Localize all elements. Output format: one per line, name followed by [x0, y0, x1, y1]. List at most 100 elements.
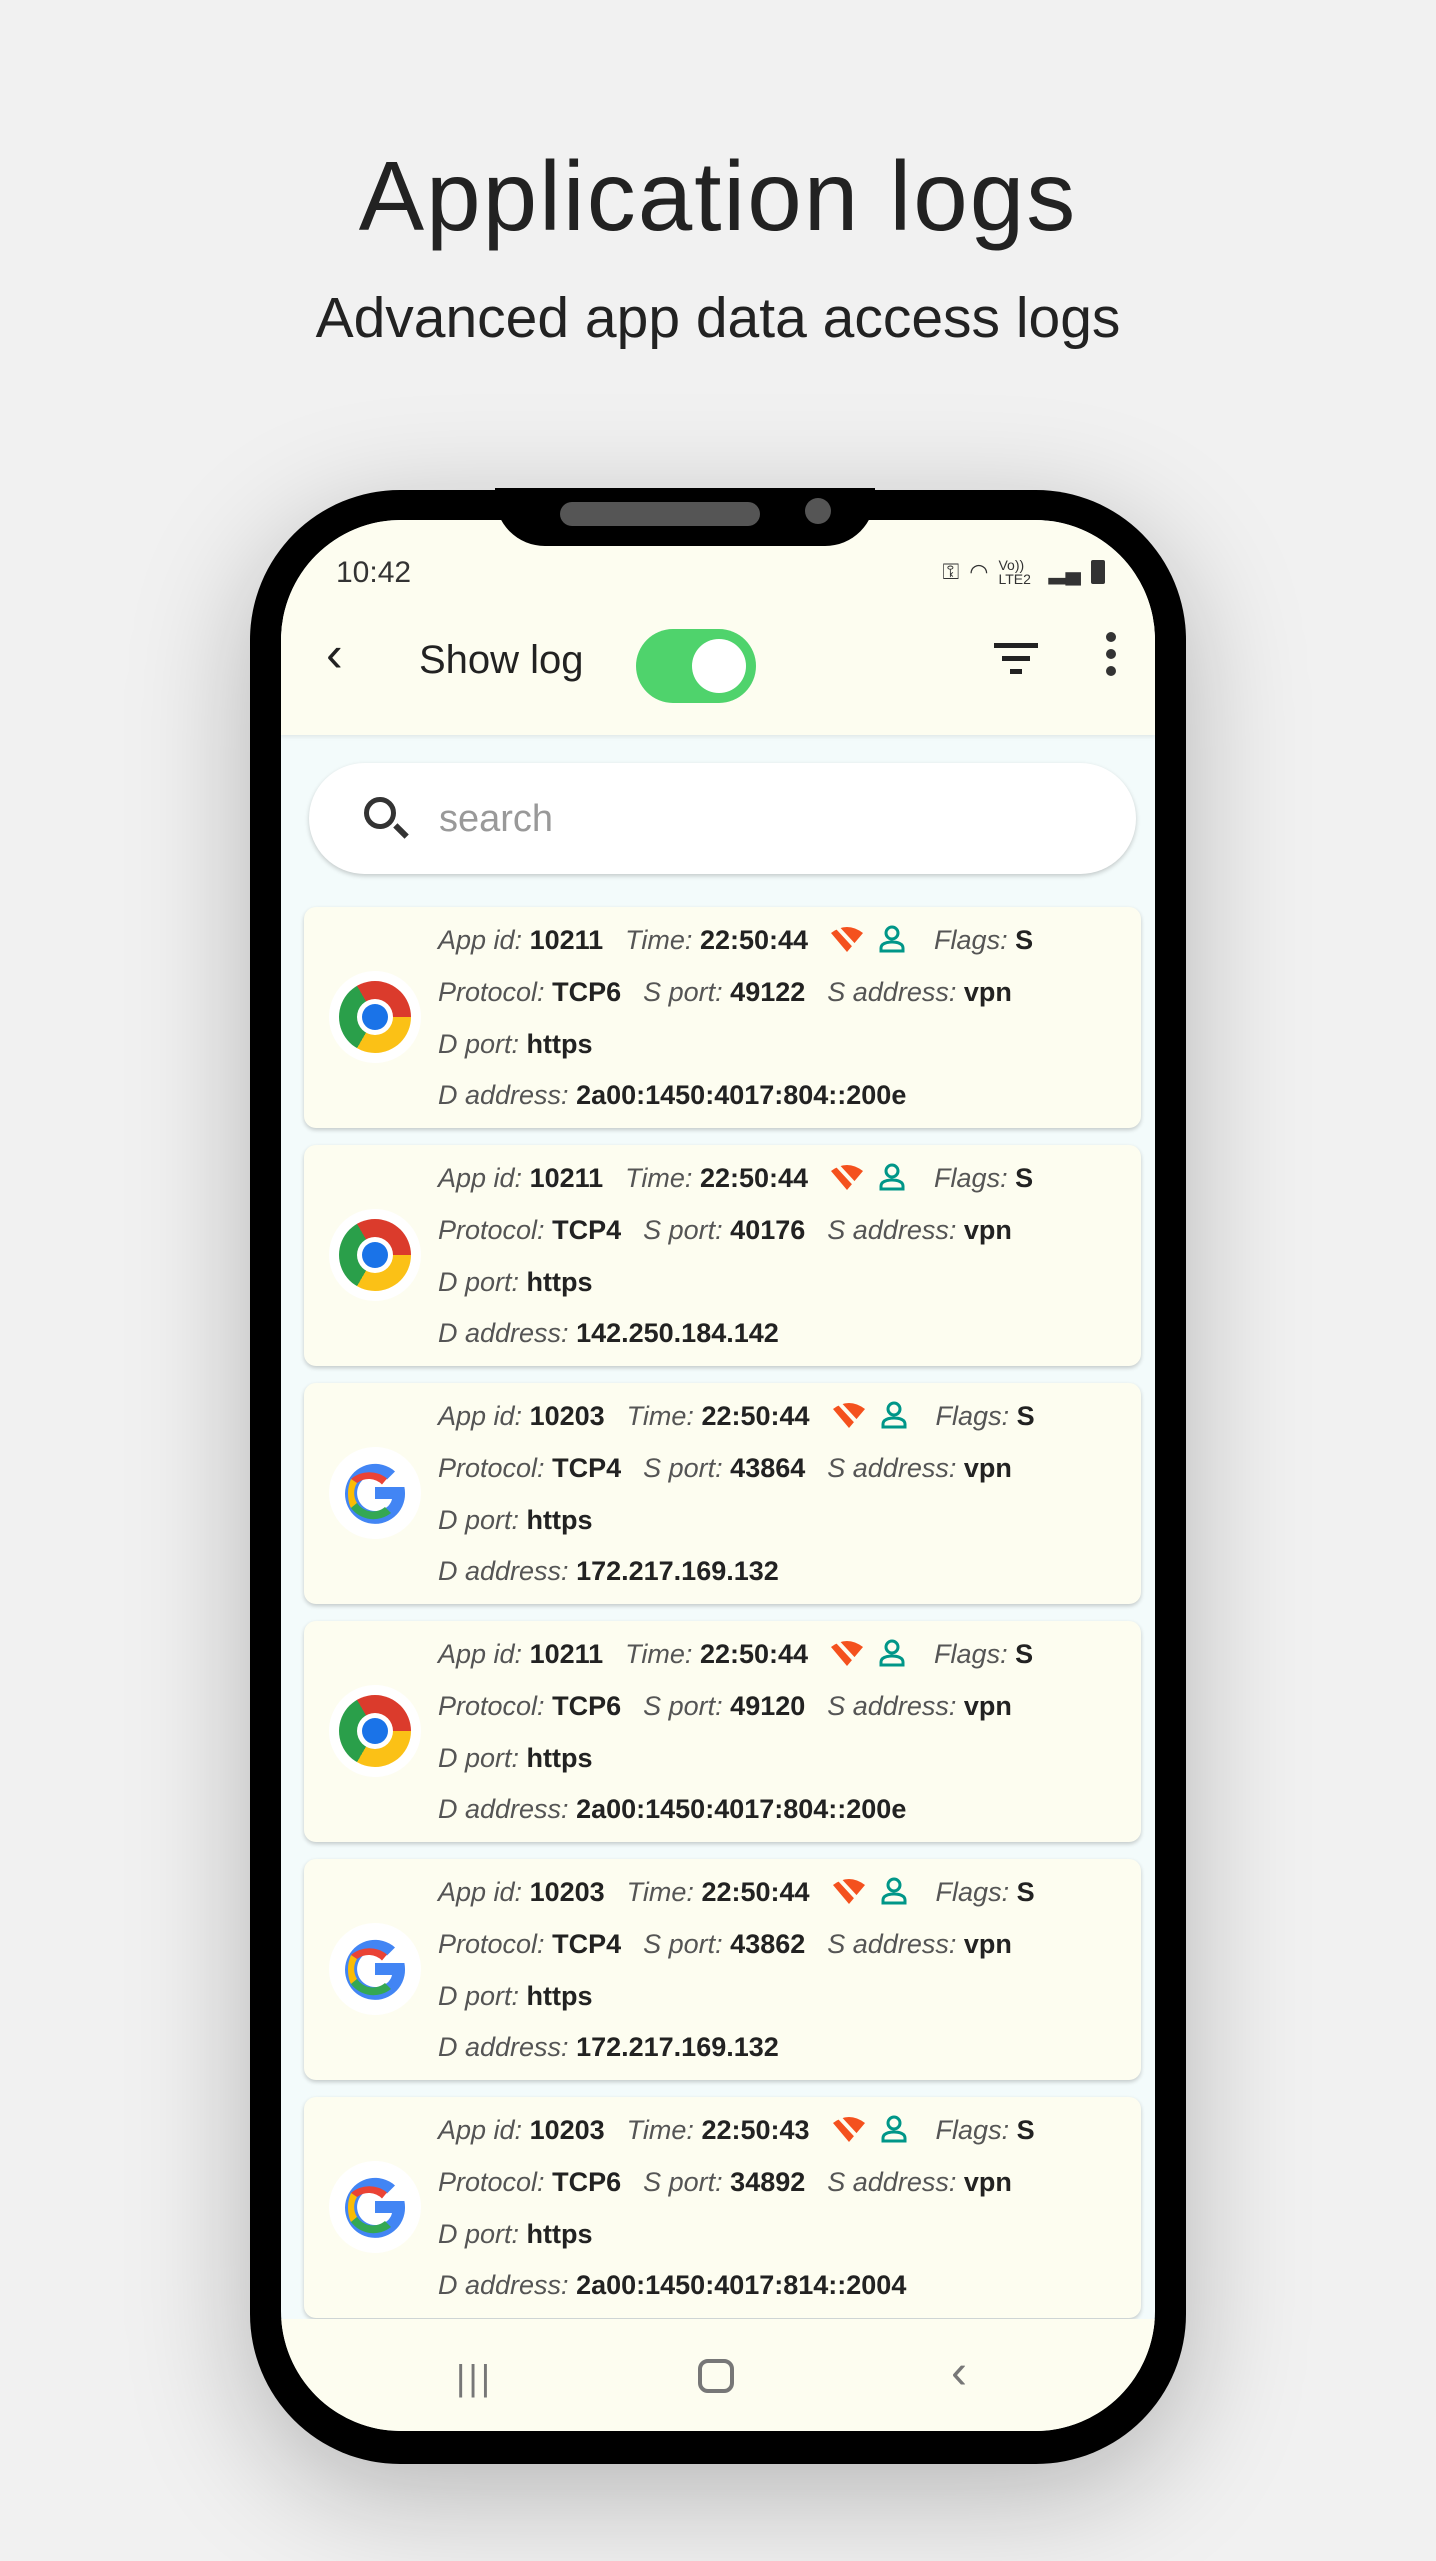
- app-bar: 10:42 ⚿ ◠ Vo)) LTE2 ▂▄ ‹ Show log: [281, 520, 1155, 735]
- source-address-value: vpn: [963, 1691, 1012, 1721]
- phone-frame: 10:42 ⚿ ◠ Vo)) LTE2 ▂▄ ‹ Show log search…: [250, 488, 1186, 2464]
- user-icon: [879, 1639, 905, 1667]
- dest-port-value: https: [526, 1029, 593, 1059]
- system-nav-bar: ||| ‹: [281, 2319, 1155, 2431]
- dest-port-label: D port:: [438, 1505, 520, 1535]
- app-id-value: 10211: [529, 925, 604, 955]
- app-icon: [329, 2161, 421, 2253]
- back-button[interactable]: ‹: [326, 625, 343, 683]
- user-icon: [881, 1401, 907, 1429]
- flags-label: Flags:: [935, 2115, 1010, 2145]
- protocol-value: TCP6: [552, 1691, 622, 1721]
- dest-address-value: 2a00:1450:4017:804::200e: [576, 1794, 907, 1824]
- flags-value: S: [1016, 1401, 1035, 1431]
- dest-address-value: 2a00:1450:4017:814::2004: [576, 2270, 907, 2300]
- search-input[interactable]: search: [309, 763, 1136, 874]
- source-port-label: S port:: [643, 1215, 723, 1245]
- time-value: 22:50:44: [699, 925, 809, 955]
- page-subtitle: Advanced app data access logs: [315, 286, 1121, 350]
- show-log-toggle[interactable]: [636, 629, 756, 703]
- filter-icon[interactable]: [994, 643, 1038, 682]
- source-port-label: S port:: [643, 1929, 723, 1959]
- protocol-label: Protocol:: [438, 1215, 545, 1245]
- chrome-app-icon: [339, 1219, 411, 1291]
- dest-port-value: https: [526, 1267, 593, 1297]
- time-label: Time:: [625, 925, 693, 955]
- app-id-value: 10203: [529, 1877, 605, 1907]
- flags-label: Flags:: [935, 1877, 1010, 1907]
- dest-port-value: https: [526, 2219, 593, 2249]
- time-value: 22:50:44: [701, 1877, 810, 1907]
- source-address-label: S address:: [827, 977, 957, 1007]
- dest-address-label: D address:: [438, 1318, 569, 1348]
- log-entry[interactable]: App id: 10203 Time: 22:50:44 Flags: S Proto…: [304, 1383, 1141, 1604]
- protocol-value: TCP4: [552, 1215, 622, 1245]
- log-entry[interactable]: App id: 10203 Time: 22:50:43 Flags: S Proto…: [304, 2097, 1141, 2318]
- app-id-label: App id:: [438, 1401, 523, 1431]
- protocol-value: TCP6: [552, 977, 622, 1007]
- source-port-label: S port:: [643, 977, 723, 1007]
- phone-screen: 10:42 ⚿ ◠ Vo)) LTE2 ▂▄ ‹ Show log search…: [281, 520, 1155, 2431]
- toolbar-title: Show log: [419, 638, 584, 682]
- user-icon: [881, 1877, 907, 1905]
- source-port-label: S port:: [643, 1691, 723, 1721]
- user-icon: [879, 1163, 905, 1191]
- flags-value: S: [1015, 1639, 1034, 1669]
- time-label: Time:: [626, 1877, 694, 1907]
- app-icon: [329, 1447, 421, 1539]
- dest-port-label: D port:: [438, 1743, 520, 1773]
- app-icon: [329, 1209, 421, 1301]
- dest-port-value: https: [526, 1505, 593, 1535]
- recent-apps-button[interactable]: |||: [456, 2357, 493, 2399]
- dest-address-label: D address:: [438, 1556, 569, 1586]
- more-options-icon[interactable]: [1106, 632, 1116, 683]
- status-icons: ⚿ ◠ Vo)) LTE2 ▂▄: [943, 558, 1105, 586]
- app-id-label: App id:: [438, 925, 523, 955]
- app-icon: [329, 971, 421, 1063]
- dest-port-label: D port:: [438, 1267, 520, 1297]
- home-button[interactable]: [698, 2359, 734, 2393]
- protocol-value: TCP4: [552, 1453, 622, 1483]
- source-address-value: vpn: [963, 977, 1012, 1007]
- user-icon: [881, 2115, 907, 2143]
- log-entry[interactable]: App id: 10211 Time: 22:50:44 Flags: S Proto…: [304, 1621, 1141, 1842]
- flags-label: Flags:: [934, 925, 1008, 955]
- protocol-label: Protocol:: [438, 2167, 545, 2197]
- time-value: 22:50:43: [701, 2115, 810, 2145]
- protocol-value: TCP6: [552, 2167, 622, 2197]
- log-entry[interactable]: App id: 10211 Time: 22:50:44 Flags: S Proto…: [304, 1145, 1141, 1366]
- dest-port-label: D port:: [438, 1029, 520, 1059]
- source-port-value: 43862: [730, 1929, 806, 1959]
- flags-label: Flags:: [934, 1639, 1008, 1669]
- source-address-label: S address:: [827, 2167, 957, 2197]
- dest-address-label: D address:: [438, 1794, 569, 1824]
- system-back-button[interactable]: ‹: [951, 2345, 967, 2400]
- wifi-off-icon: [831, 925, 864, 953]
- time-label: Time:: [626, 2115, 694, 2145]
- battery-icon: [1091, 560, 1105, 584]
- source-port-label: S port:: [643, 2167, 723, 2197]
- signal-icon: ▂▄: [1048, 559, 1081, 584]
- source-port-value: 49122: [730, 977, 806, 1007]
- toggle-knob: [692, 639, 746, 693]
- flags-value: S: [1016, 1877, 1035, 1907]
- dest-address-value: 172.217.169.132: [576, 1556, 779, 1586]
- log-entry[interactable]: App id: 10211 Time: 22:50:44 Flags: S Proto…: [304, 907, 1141, 1128]
- time-label: Time:: [625, 1163, 693, 1193]
- dest-address-value: 2a00:1450:4017:804::200e: [576, 1080, 907, 1110]
- time-value: 22:50:44: [701, 1401, 810, 1431]
- source-port-value: 34892: [730, 2167, 806, 2197]
- time-value: 22:50:44: [699, 1639, 809, 1669]
- source-address-value: vpn: [963, 1453, 1012, 1483]
- flags-label: Flags:: [935, 1401, 1010, 1431]
- time-label: Time:: [626, 1401, 694, 1431]
- speaker: [560, 502, 760, 526]
- log-entry[interactable]: App id: 10203 Time: 22:50:44 Flags: S Proto…: [304, 1859, 1141, 2080]
- dest-address-value: 142.250.184.142: [576, 1318, 779, 1348]
- dest-port-label: D port:: [438, 2219, 520, 2249]
- app-id-value: 10211: [529, 1639, 604, 1669]
- protocol-label: Protocol:: [438, 977, 545, 1007]
- wifi-off-icon: [832, 1401, 865, 1429]
- source-port-value: 43864: [730, 1453, 806, 1483]
- app-icon: [329, 1923, 421, 2015]
